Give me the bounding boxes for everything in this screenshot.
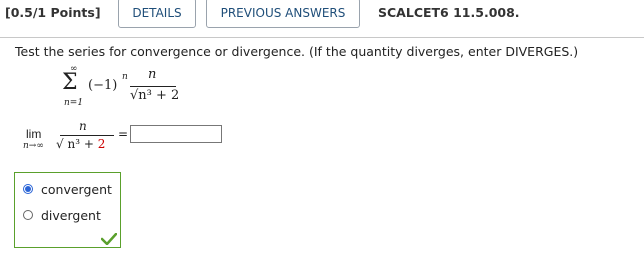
sigma-symbol: Σ	[62, 70, 78, 95]
series-expression: ∞ Σ n=1 (−1) n n √n³ + 2	[62, 64, 192, 112]
details-button[interactable]: DETAILS	[118, 0, 196, 28]
lim-subscript: n→∞	[23, 141, 44, 151]
limit-answer-input[interactable]	[130, 125, 222, 143]
choice-divergent[interactable]: divergent	[23, 207, 101, 223]
question-prompt: Test the series for convergence or diver…	[15, 44, 579, 59]
series-exponent: n	[122, 72, 128, 82]
choice-convergent[interactable]: convergent	[23, 181, 112, 197]
series-denominator: √n³ + 2	[130, 88, 180, 103]
limit-denominator-main: √ n³ +	[56, 137, 98, 151]
points-label: [0.5/1 Points]	[5, 5, 101, 20]
limit-denominator-constant: 2	[97, 137, 106, 151]
course-code: SCALCET6 11.5.008.	[378, 5, 520, 20]
lim-text: lim	[26, 127, 42, 141]
fraction-bar	[130, 86, 176, 87]
question-header: [0.5/1 Points] DETAILS PREVIOUS ANSWERS …	[0, 0, 644, 37]
choice-label-convergent: convergent	[41, 181, 112, 197]
limit-denominator: √ n³ + 2	[56, 137, 105, 151]
header-divider	[0, 37, 644, 38]
equals-sign: =	[118, 127, 129, 141]
series-numerator: n	[148, 67, 157, 82]
previous-answers-button[interactable]: PREVIOUS ANSWERS	[206, 0, 360, 28]
limit-numerator: n	[79, 119, 87, 133]
checkmark-icon	[101, 233, 117, 245]
limit-expression: lim n→∞ n √ n³ + 2 =	[20, 119, 128, 155]
series-sign: (−1)	[88, 78, 118, 93]
limit-fraction-bar	[60, 135, 114, 136]
radio-convergent[interactable]	[23, 184, 33, 194]
choice-label-divergent: divergent	[41, 207, 101, 223]
sum-lower-limit: n=1	[64, 98, 84, 108]
answer-choices-box: convergent divergent	[14, 172, 121, 248]
radio-divergent[interactable]	[23, 210, 33, 220]
